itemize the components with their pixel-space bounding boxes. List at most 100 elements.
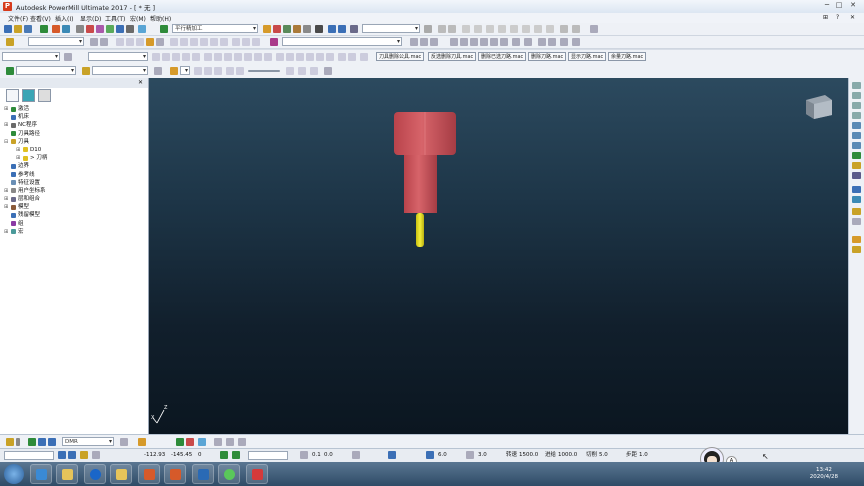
draw-4-icon[interactable] — [182, 53, 190, 61]
taskbar-powermill-2[interactable] — [164, 464, 186, 484]
tree-node[interactable]: ⊞ 用户坐标系 — [4, 187, 144, 195]
measure-icon[interactable] — [138, 438, 146, 446]
macro-icon[interactable] — [64, 53, 72, 61]
toolpath-edit-icon[interactable] — [263, 25, 271, 33]
leads-icon[interactable] — [96, 25, 104, 33]
tree-node[interactable]: ⊞ 模型 — [4, 203, 144, 211]
shape-circle-icon[interactable] — [116, 38, 124, 46]
simulation-tool-dropdown[interactable] — [180, 66, 190, 75]
shape-square-icon[interactable] — [126, 38, 134, 46]
tree-expander-icon[interactable]: ⊞ — [4, 121, 8, 129]
active-toolpath-icon[interactable] — [160, 25, 168, 33]
tree-expander-icon[interactable]: ⊞ — [4, 195, 8, 203]
sim-start-icon[interactable] — [194, 67, 202, 75]
toolpath-strategy-icon[interactable] — [138, 25, 146, 33]
menu-view[interactable]: 查看(V) — [30, 14, 51, 23]
view-iso-icon[interactable] — [852, 82, 861, 89]
curve-edit-1-icon[interactable] — [410, 38, 418, 46]
taskbar-app-k[interactable] — [84, 464, 106, 484]
toolpath-reorder-icon[interactable] — [283, 25, 291, 33]
edit-4-icon[interactable] — [572, 38, 580, 46]
edit-2-icon[interactable] — [548, 38, 556, 46]
thickness-icon[interactable] — [352, 451, 360, 459]
sim-speed-slider[interactable] — [248, 70, 280, 72]
toolpath-settings-icon[interactable] — [303, 25, 311, 33]
minimize-button[interactable]: ─ — [822, 1, 832, 10]
macro-button-4[interactable]: 删除刀路.mac — [528, 52, 567, 61]
workplane-select[interactable] — [16, 66, 76, 75]
curve-edit-2-icon[interactable] — [420, 38, 428, 46]
tree-node[interactable]: 机床 — [4, 113, 144, 121]
feature-2-icon[interactable] — [186, 438, 194, 446]
draw-14-icon[interactable] — [286, 53, 294, 61]
tree-node[interactable]: 边界 — [4, 162, 144, 170]
tool-holder-dropdown-icon[interactable] — [16, 438, 20, 446]
model-select-icon[interactable] — [90, 38, 98, 46]
status-icon-4[interactable] — [92, 451, 100, 459]
tool-combo[interactable] — [88, 52, 148, 61]
tree-node[interactable]: 残留模型 — [4, 211, 144, 219]
sim-play-icon[interactable] — [226, 67, 234, 75]
open-project-icon[interactable] — [14, 25, 22, 33]
menu-file[interactable]: 文件(F) — [8, 14, 28, 23]
verify-icon[interactable] — [116, 25, 124, 33]
simulation-tool-icon[interactable] — [170, 67, 178, 75]
boundary-5-icon[interactable] — [210, 38, 218, 46]
draw-21-icon[interactable] — [360, 53, 368, 61]
macro-button-3[interactable]: 删除已选刀路.mac — [478, 52, 527, 61]
zoom-fit-icon[interactable] — [852, 152, 861, 159]
taskbar-powermill-1[interactable] — [138, 464, 160, 484]
restore-doc-icon[interactable]: ⊞ — [823, 14, 828, 21]
zoom-in-icon[interactable] — [852, 162, 861, 169]
model-save-icon[interactable] — [100, 38, 108, 46]
status-selector[interactable] — [4, 451, 54, 460]
probe-icon[interactable] — [852, 246, 861, 253]
feature-5-icon[interactable] — [226, 438, 234, 446]
status-field-blank[interactable] — [248, 451, 288, 460]
window-tile-icon[interactable] — [590, 25, 598, 33]
dmr-select[interactable]: DMR — [62, 437, 114, 446]
tree-expander-icon[interactable]: ⊞ — [4, 228, 8, 236]
tolerance-status-icon[interactable] — [232, 451, 240, 459]
start-end-icon[interactable] — [106, 25, 114, 33]
close-doc-icon[interactable]: ✕ — [850, 14, 855, 21]
tree-node[interactable]: 刀具路径 — [4, 130, 144, 138]
toolpath-limit-icon[interactable] — [273, 25, 281, 33]
view-left-icon[interactable] — [852, 132, 861, 139]
shading-8-icon[interactable] — [524, 38, 532, 46]
menu-display[interactable]: 显示(D) — [80, 14, 101, 23]
view-bottom-icon[interactable] — [852, 142, 861, 149]
draw-11-icon[interactable] — [254, 53, 262, 61]
draw-19-icon[interactable] — [338, 53, 346, 61]
draw-15-icon[interactable] — [296, 53, 304, 61]
taskbar-ie[interactable] — [30, 464, 52, 484]
level-icon[interactable] — [6, 38, 14, 46]
status-icon-2[interactable] — [68, 451, 76, 459]
feature-1-icon[interactable] — [176, 438, 184, 446]
tool-active-icon[interactable] — [82, 67, 90, 75]
tree-node[interactable]: 参考线 — [4, 171, 144, 179]
edit-1-icon[interactable] — [538, 38, 546, 46]
menu-help[interactable]: 帮助(H) — [150, 14, 171, 23]
shading-7-icon[interactable] — [512, 38, 520, 46]
macro-button-6[interactable]: 余量刀路.mac — [608, 52, 647, 61]
boundary-6-icon[interactable] — [220, 38, 228, 46]
draw-tool-icon[interactable] — [852, 208, 861, 215]
explorer-tab-blank[interactable] — [38, 89, 51, 102]
feature-select[interactable] — [282, 37, 402, 46]
dmr-clear-icon[interactable] — [120, 438, 128, 446]
draw-13-icon[interactable] — [276, 53, 284, 61]
wireframe-icon[interactable] — [852, 196, 861, 203]
machine-select[interactable] — [362, 24, 420, 33]
diameter-icon[interactable] — [426, 451, 434, 459]
explorer-tab-tree[interactable] — [6, 89, 19, 102]
taskbar-explorer[interactable] — [56, 464, 78, 484]
workplane-icon[interactable] — [76, 25, 84, 33]
nc-prefs-icon[interactable] — [126, 25, 134, 33]
calculate-icon[interactable] — [40, 25, 48, 33]
shading-3-icon[interactable] — [470, 38, 478, 46]
pattern-1-icon[interactable] — [232, 38, 240, 46]
macro-button-5[interactable]: 显示刀路.mac — [568, 52, 607, 61]
draw-2-icon[interactable] — [162, 53, 170, 61]
draw-12-icon[interactable] — [264, 53, 272, 61]
